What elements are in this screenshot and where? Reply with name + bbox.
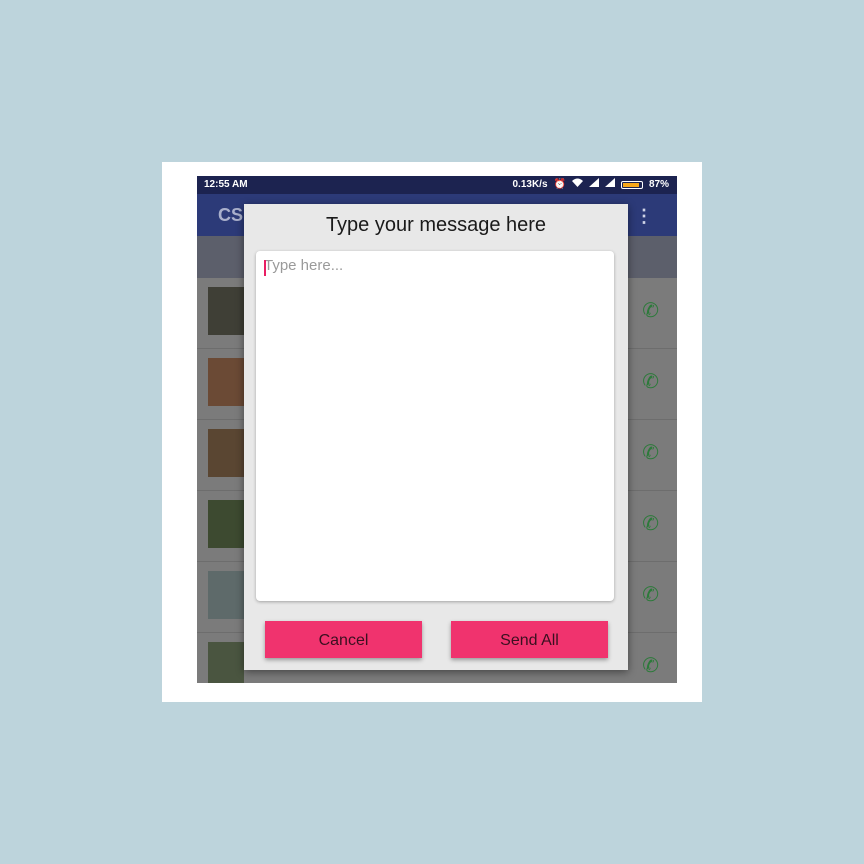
- battery-fill: [622, 183, 639, 187]
- contact-photo: [208, 287, 244, 335]
- contact-photo: [208, 358, 244, 406]
- contact-photo: [208, 429, 244, 477]
- status-time: 12:55 AM: [204, 179, 248, 190]
- call-icon[interactable]: ✆: [642, 298, 659, 323]
- screenshot-frame: 12:55 AM 0.13K/s ⏰ 87% CS ⋮ ✆ ✆ ✆ ✆ ✆ ✆ …: [162, 162, 702, 702]
- status-right: 0.13K/s ⏰ 87%: [512, 176, 669, 194]
- wifi-icon: [571, 176, 583, 194]
- battery-percent: 87%: [648, 179, 669, 190]
- more-vert-icon[interactable]: ⋮: [635, 206, 653, 227]
- message-input[interactable]: [256, 251, 614, 601]
- call-icon[interactable]: ✆: [642, 653, 659, 678]
- send-all-button[interactable]: Send All: [451, 621, 608, 658]
- call-icon[interactable]: ✆: [642, 511, 659, 536]
- contact-photo: [208, 642, 244, 683]
- alarm-icon: ⏰: [553, 179, 566, 190]
- battery-icon: [620, 181, 643, 189]
- text-caret: [264, 260, 266, 276]
- contact-photo: [208, 571, 244, 619]
- contact-photo: [208, 500, 244, 548]
- call-icon[interactable]: ✆: [642, 582, 659, 607]
- signal-icon: [604, 176, 615, 194]
- call-icon[interactable]: ✆: [642, 369, 659, 394]
- signal-icon: [588, 176, 599, 194]
- call-icon[interactable]: ✆: [642, 440, 659, 465]
- dialog-title: Type your message here: [325, 214, 547, 236]
- network-speed: 0.13K/s: [512, 179, 548, 190]
- app-title: CS: [218, 205, 244, 225]
- cancel-button[interactable]: Cancel: [265, 621, 422, 658]
- message-dialog: Type your message here Cancel Send All: [244, 204, 628, 670]
- status-bar: 12:55 AM 0.13K/s ⏰ 87%: [197, 176, 677, 194]
- phone-screen: 12:55 AM 0.13K/s ⏰ 87% CS ⋮ ✆ ✆ ✆ ✆ ✆ ✆ …: [197, 176, 677, 683]
